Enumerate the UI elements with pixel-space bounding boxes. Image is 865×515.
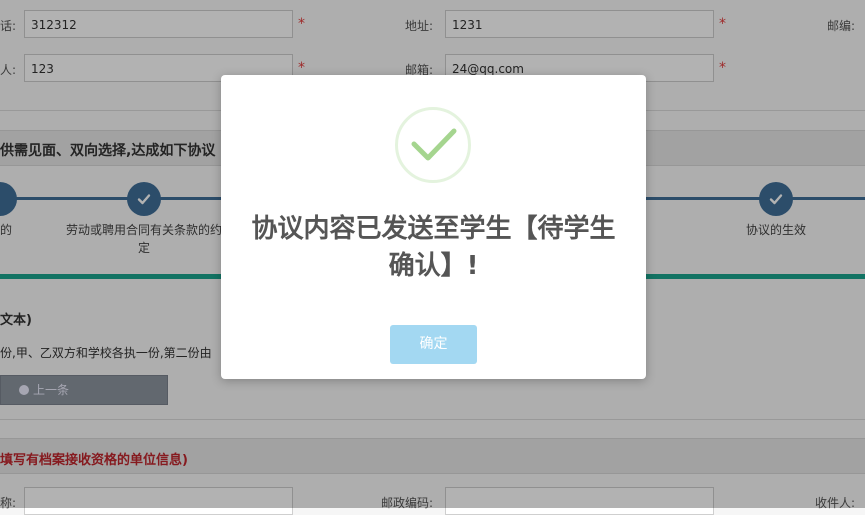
confirm-button[interactable]: 确定 — [390, 325, 477, 364]
success-dialog: 协议内容已发送至学生【待学生确认】! 确定 — [221, 75, 646, 379]
dialog-message: 协议内容已发送至学生【待学生确认】! — [251, 214, 616, 281]
success-check-icon — [411, 128, 457, 161]
